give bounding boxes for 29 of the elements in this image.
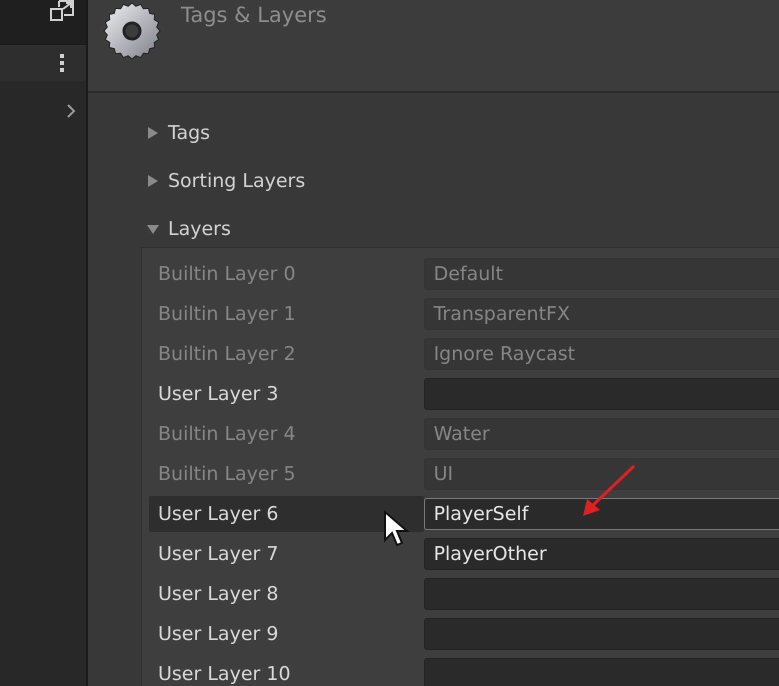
section-header[interactable]: Tags [168, 122, 210, 144]
layer-label: User Layer 7 [157, 542, 280, 567]
window-icon[interactable] [50, 0, 74, 22]
layer-label: Builtin Layer 2 [157, 342, 297, 367]
collapsed-triangle-icon[interactable] [146, 126, 160, 140]
arrow-annotation [582, 464, 636, 518]
layer-label: Builtin Layer 5 [157, 462, 297, 487]
layer-label: Builtin Layer 1 [157, 302, 297, 327]
layer-label: Builtin Layer 4 [157, 422, 297, 447]
chevron-right-icon[interactable] [66, 103, 76, 119]
layer-name-field[interactable] [424, 378, 779, 410]
section-header[interactable]: Sorting Layers [168, 170, 306, 192]
layer-name-field[interactable] [424, 618, 779, 650]
layer-label: User Layer 10 [157, 662, 292, 686]
section-header[interactable]: Layers [168, 218, 231, 240]
layer-label: User Layer 8 [157, 582, 280, 607]
mouse-cursor-icon [383, 510, 409, 548]
layer-name-field[interactable]: PlayerOther [424, 538, 779, 570]
layer-name-field[interactable] [424, 578, 779, 610]
layer-name-field[interactable]: PlayerSelf [424, 498, 779, 530]
layer-label: User Layer 6 [149, 496, 424, 532]
layer-label: Builtin Layer 0 [157, 262, 297, 287]
layer-name-field[interactable] [424, 658, 779, 686]
layer-label: User Layer 9 [157, 622, 280, 647]
window-title: Tags & Layers [181, 3, 327, 27]
layer-label: User Layer 3 [157, 382, 280, 407]
expanded-triangle-icon[interactable] [146, 222, 160, 236]
more-icon[interactable] [60, 54, 64, 72]
collapsed-triangle-icon[interactable] [146, 174, 160, 188]
